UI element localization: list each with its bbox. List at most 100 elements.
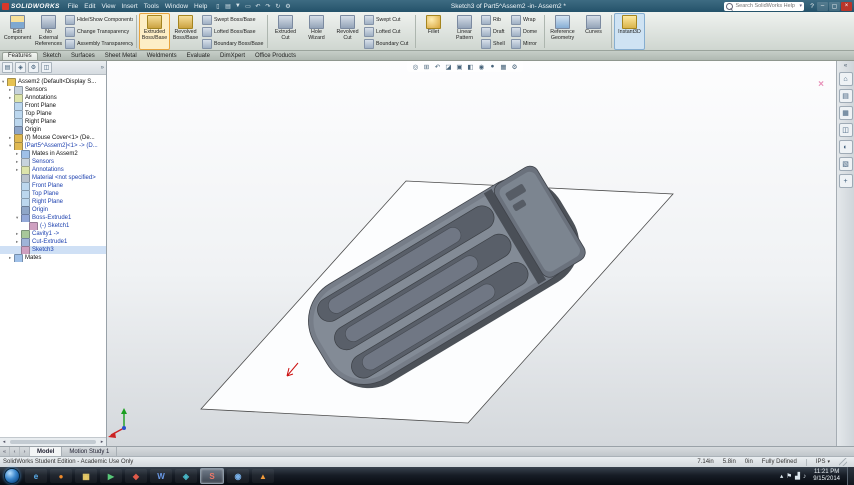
section-view-icon[interactable]: ◪ xyxy=(444,62,453,71)
close-button[interactable]: × xyxy=(841,1,852,11)
taskbar-clock[interactable]: 11:21 PM 9/15/2014 xyxy=(809,469,844,483)
change-transparency-button[interactable]: Change Transparency xyxy=(65,26,133,37)
taskbar-firefox-icon[interactable]: ● xyxy=(50,469,72,483)
displaymanager-tab-icon[interactable]: ◫ xyxy=(41,62,52,73)
tray-flag-icon[interactable]: ⚑ xyxy=(786,472,792,480)
previous-view-icon[interactable]: ↶ xyxy=(433,62,442,71)
custom-properties-icon[interactable]: ▧ xyxy=(838,157,853,171)
tree-horizontal-scrollbar[interactable]: ◂ ▸ xyxy=(0,437,106,446)
tab-dimxpert[interactable]: DimXpert xyxy=(215,52,250,60)
show-hidden-icons-icon[interactable]: ▴ xyxy=(780,472,783,480)
rib-button[interactable]: Rib xyxy=(481,14,509,25)
tab-evaluate[interactable]: Evaluate xyxy=(182,52,215,60)
boundary-cut-button[interactable]: Boundary Cut xyxy=(364,38,412,49)
boundary-boss-base-button[interactable]: Boundary Boss/Base xyxy=(202,38,264,49)
tray-network-icon[interactable]: ▟ xyxy=(795,472,800,480)
tab-surfaces[interactable]: Surfaces xyxy=(66,52,100,60)
save-icon[interactable]: ▼ xyxy=(233,2,242,11)
scroll-left-icon[interactable]: ◂ xyxy=(0,439,8,445)
swept-boss-base-button[interactable]: Swept Boss/Base xyxy=(202,14,264,25)
tab-sheet-metal[interactable]: Sheet Metal xyxy=(100,52,142,60)
tree-item-top-plane-2[interactable]: Top Plane xyxy=(0,190,106,198)
tree-item-part5-assem2[interactable]: ▾ [Part5^Assem2]<1> -> (D... xyxy=(0,142,106,150)
menu-insert[interactable]: Insert xyxy=(118,3,140,10)
menu-help[interactable]: Help xyxy=(191,3,210,10)
taskbar-app-red-icon[interactable]: ◆ xyxy=(125,469,147,483)
design-library-icon[interactable]: ▤ xyxy=(838,89,853,103)
tree-item-front-plane-2[interactable]: Front Plane xyxy=(0,182,106,190)
help-button[interactable]: ? xyxy=(807,2,817,11)
options-icon[interactable]: ⚙ xyxy=(283,2,292,11)
tree-item-mates[interactable]: ▸ Mates xyxy=(0,254,106,262)
rebuild-icon[interactable]: ↻ xyxy=(273,2,282,11)
assembly-transparency-button[interactable]: Assembly Transparency xyxy=(65,38,133,49)
tree-item-right-plane-2[interactable]: Right Plane xyxy=(0,198,106,206)
reference-geometry-button[interactable]: Reference Geometry xyxy=(547,13,578,50)
taskbar-vlc-icon[interactable]: ▲ xyxy=(252,469,274,483)
open-icon[interactable]: ▤ xyxy=(223,2,232,11)
hide-show-components-button[interactable]: Hide/Show Components xyxy=(65,14,133,25)
zoom-to-fit-icon[interactable]: ◎ xyxy=(411,62,420,71)
expand-taskpane-icon[interactable]: « xyxy=(844,63,847,69)
lofted-cut-button[interactable]: Lofted Cut xyxy=(364,26,412,37)
edit-appearance-icon[interactable]: ● xyxy=(488,62,497,71)
tree-item-mates-in-assem2[interactable]: ▸ Mates in Assem2 xyxy=(0,150,106,158)
search-dropdown-icon[interactable]: ▾ xyxy=(799,3,802,9)
tree-item-annotations-2[interactable]: ▸ Annotations xyxy=(0,166,106,174)
taskbar-word-icon[interactable]: W xyxy=(150,469,172,483)
tree-item-mouse-cover[interactable]: ▸ (f) Mouse Cover<1> (De... xyxy=(0,134,106,142)
extruded-cut-button[interactable]: Extruded Cut xyxy=(270,13,301,50)
menu-edit[interactable]: Edit xyxy=(81,3,98,10)
tree-item-front-plane[interactable]: Front Plane xyxy=(0,102,106,110)
no-external-references-button[interactable]: No External References xyxy=(33,13,64,50)
hide-show-items-icon[interactable]: ◉ xyxy=(477,62,486,71)
redo-icon[interactable]: ↷ xyxy=(263,2,272,11)
model-tabs-prev-icon[interactable]: ‹ xyxy=(10,447,20,456)
curves-button[interactable]: Curves xyxy=(578,13,609,50)
tab-weldments[interactable]: Weldments xyxy=(142,52,182,60)
menu-view[interactable]: View xyxy=(98,3,118,10)
tree-item-right-plane[interactable]: Right Plane xyxy=(0,118,106,126)
tree-item-origin-2[interactable]: Origin xyxy=(0,206,106,214)
panel-expand-icon[interactable]: » xyxy=(101,65,104,71)
tab-motion-study-1[interactable]: Motion Study 1 xyxy=(62,447,118,456)
maximize-button[interactable]: ▢ xyxy=(829,1,840,11)
appearances-icon[interactable]: ◐ xyxy=(838,140,853,154)
scroll-thumb[interactable] xyxy=(10,440,96,444)
display-style-icon[interactable]: ◧ xyxy=(466,62,475,71)
start-button[interactable] xyxy=(4,468,20,484)
draft-button[interactable]: Draft xyxy=(481,26,509,37)
tree-item-cut-extrude1[interactable]: ▸ Cut-Extrude1 xyxy=(0,238,106,246)
file-explorer-icon[interactable]: ▦ xyxy=(838,106,853,120)
zoom-to-area-icon[interactable]: ⊞ xyxy=(422,62,431,71)
show-desktop-button[interactable] xyxy=(847,467,854,485)
taskbar-solidworks-icon[interactable]: S xyxy=(200,468,224,484)
tree-item-sensors[interactable]: ▸ Sensors xyxy=(0,86,106,94)
tab-office-products[interactable]: Office Products xyxy=(250,52,301,60)
taskbar-explorer-icon[interactable]: ▦ xyxy=(75,469,97,483)
minimize-button[interactable]: – xyxy=(817,1,828,11)
model-tabs-next-icon[interactable]: › xyxy=(20,447,30,456)
lofted-boss-base-button[interactable]: Lofted Boss/Base xyxy=(202,26,264,37)
undo-icon[interactable]: ↶ xyxy=(253,2,262,11)
tree-item-assem2[interactable]: ▾ Assem2 (Default<Display S... xyxy=(0,78,106,86)
tree-item-origin[interactable]: Origin xyxy=(0,126,106,134)
wrap-button[interactable]: Wrap xyxy=(511,14,541,25)
taskbar-internet-explorer-icon[interactable]: e xyxy=(25,469,47,483)
taskbar-media-player-icon[interactable]: ▶ xyxy=(100,469,122,483)
revolved-boss-base-button[interactable]: Revolved Boss/Base xyxy=(170,13,201,50)
revolved-cut-button[interactable]: Revolved Cut xyxy=(332,13,363,50)
solidworks-resources-icon[interactable]: ⌂ xyxy=(838,72,853,86)
extruded-boss-base-button[interactable]: Extruded Boss/Base xyxy=(139,13,170,50)
scroll-right-icon[interactable]: ▸ xyxy=(98,439,106,445)
linear-pattern-button[interactable]: Linear Pattern xyxy=(449,13,480,50)
menu-file[interactable]: File xyxy=(65,3,81,10)
tree-item-material[interactable]: Material <not specified> xyxy=(0,174,106,182)
tree-item-cavity1[interactable]: ▸ Cavity1 -> xyxy=(0,230,106,238)
fillet-button[interactable]: Fillet xyxy=(418,13,449,50)
new-icon[interactable]: ▯ xyxy=(213,2,222,11)
featuremanager-tab-icon[interactable]: ▤ xyxy=(2,62,13,73)
instant3d-button[interactable]: Instant3D xyxy=(614,13,645,50)
document-recovery-icon[interactable]: + xyxy=(838,174,853,188)
view-orientation-icon[interactable]: ▣ xyxy=(455,62,464,71)
